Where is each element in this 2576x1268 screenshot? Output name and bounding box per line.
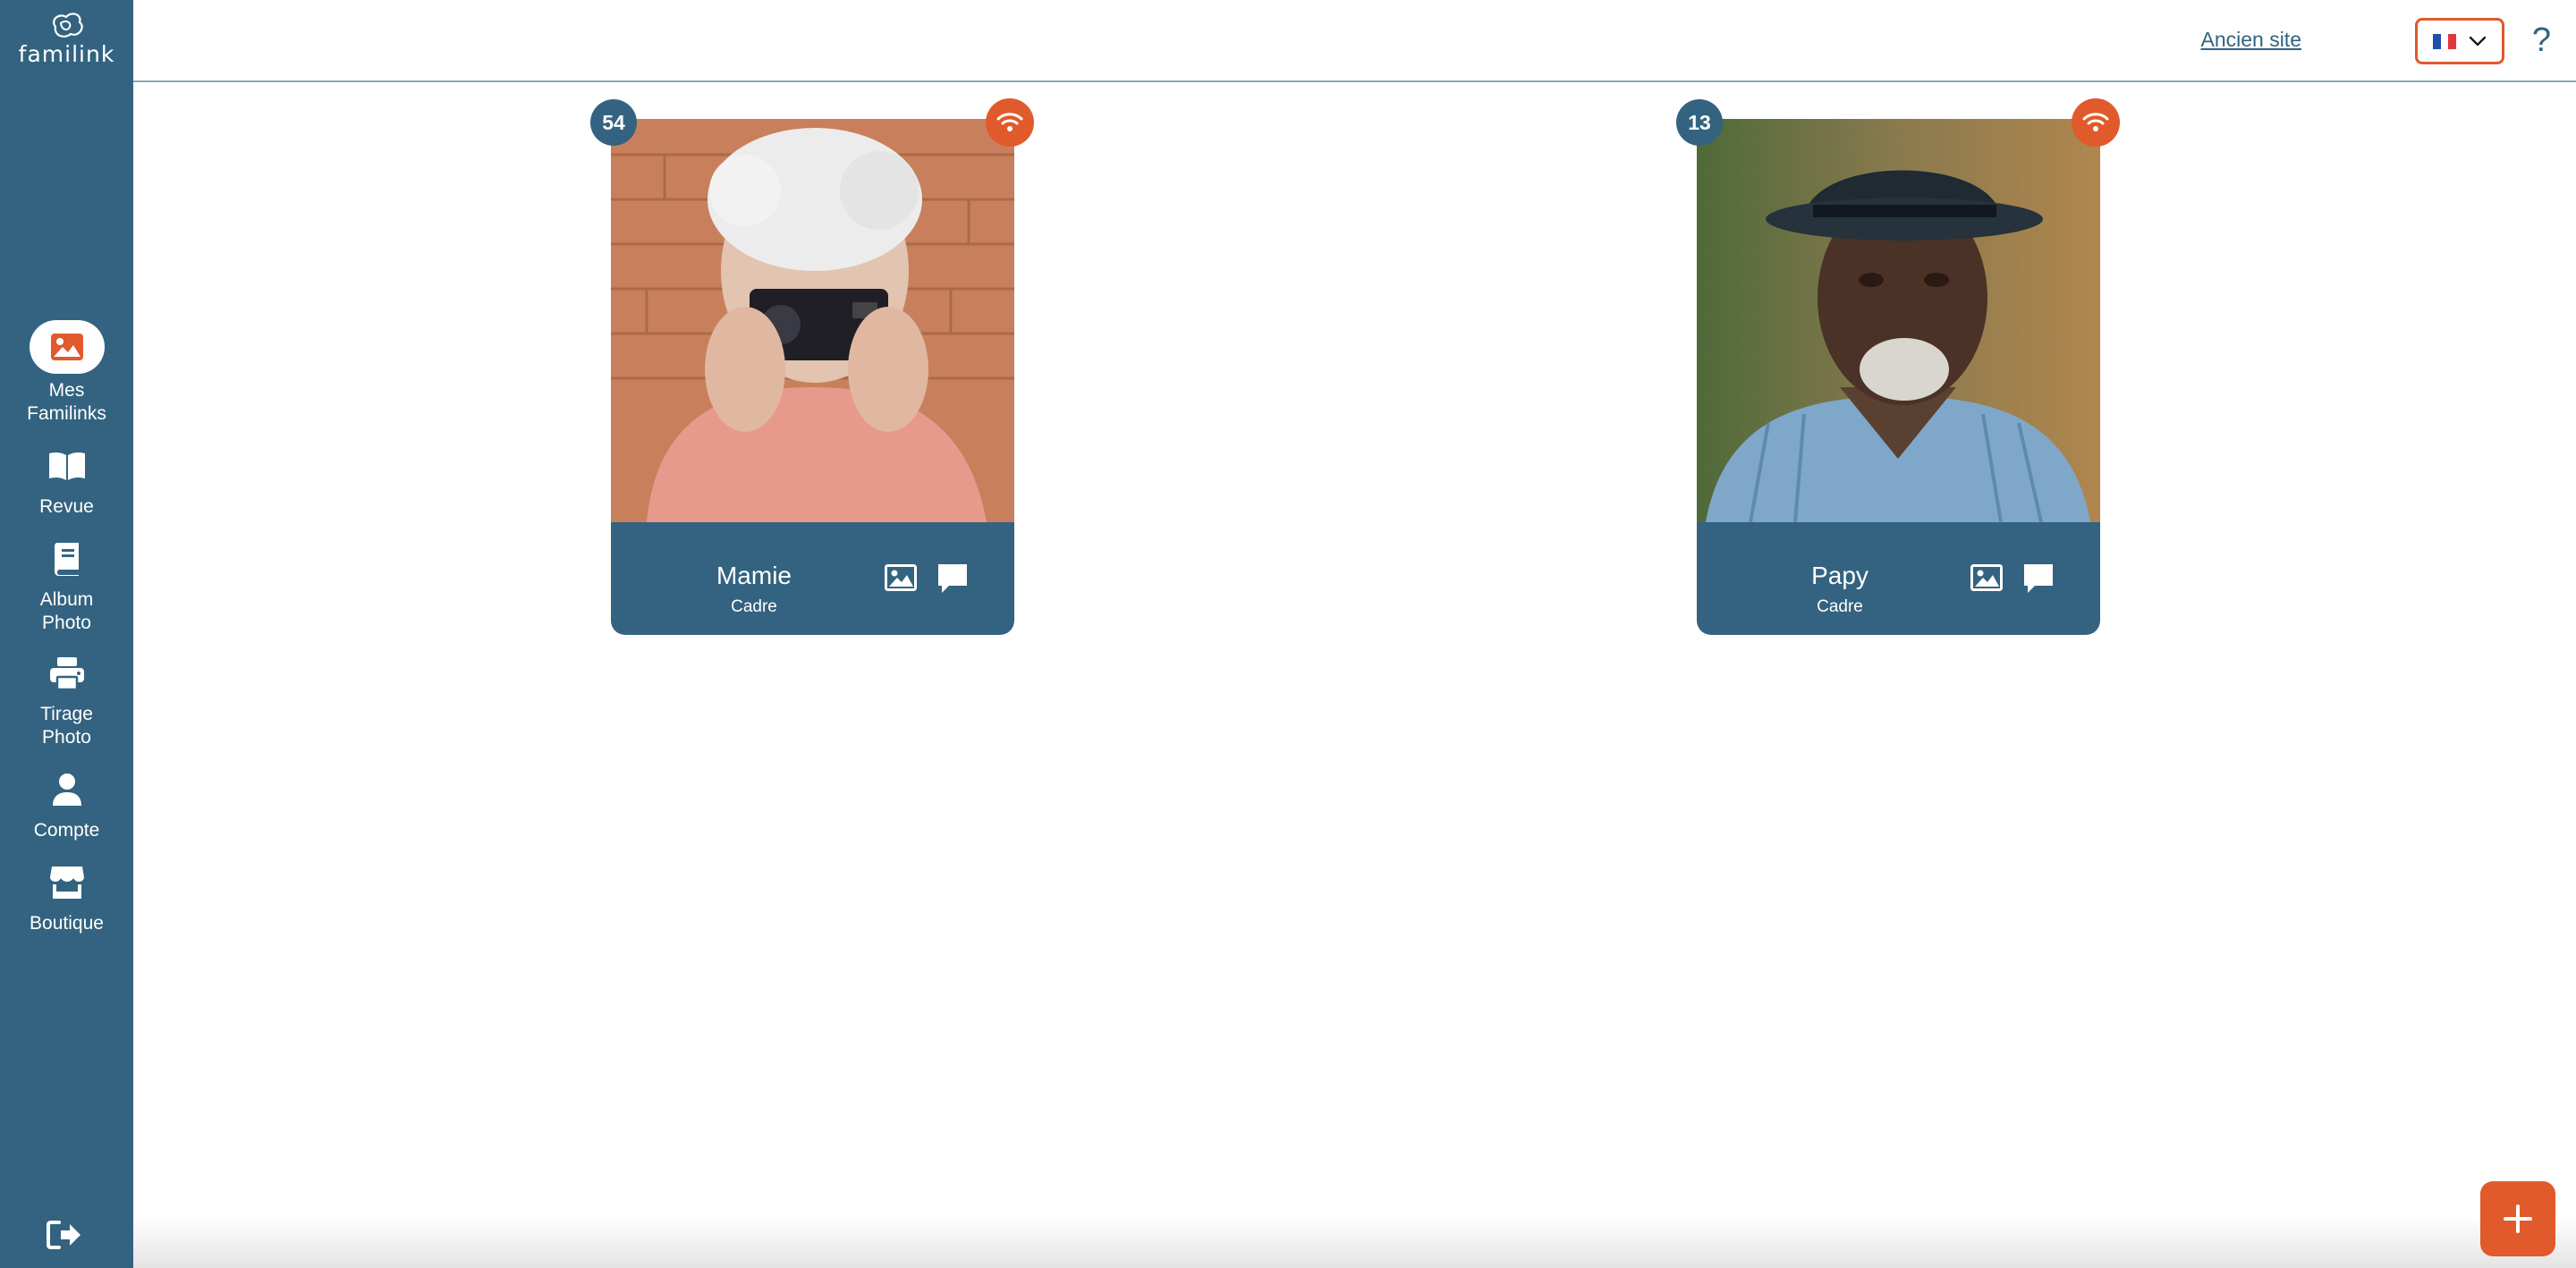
sidebar-item-compte[interactable]: Compte	[0, 767, 133, 842]
album-icon	[54, 543, 79, 576]
wifi-icon	[996, 113, 1023, 131]
active-pill	[29, 320, 105, 374]
familink-logo-icon	[52, 13, 83, 38]
frame-photo[interactable]	[1697, 119, 2100, 522]
chevron-down-icon	[2469, 36, 2487, 46]
message-icon[interactable]	[936, 562, 969, 595]
photo-count-badge: 13	[1676, 99, 1723, 146]
france-flag-icon	[2433, 33, 2457, 49]
sidebar-item-label: Photo	[42, 613, 91, 633]
connection-status-badge	[986, 98, 1034, 147]
sidebar-item-label: Revue	[39, 496, 94, 517]
photo-count-badge: 54	[590, 99, 637, 146]
sidebar-item-revue[interactable]: Revue	[0, 444, 133, 519]
old-site-link[interactable]: Ancien site	[2200, 28, 2301, 52]
sidebar-item-label: Mes	[48, 380, 85, 401]
frame-type: Cadre	[1817, 597, 1863, 616]
connection-status-badge	[2072, 98, 2120, 147]
book-icon	[48, 452, 85, 480]
sidebar-item-label: Album	[39, 589, 94, 610]
sidebar-item-label: Boutique	[30, 913, 104, 934]
user-icon	[52, 773, 81, 806]
add-frame-button[interactable]	[2480, 1181, 2555, 1256]
frame-info: Papy Cadre	[1697, 522, 2100, 635]
photo-icon[interactable]	[885, 564, 917, 591]
familink-logo[interactable]: familink	[0, 11, 133, 67]
sidebar-item-label: Photo	[42, 727, 91, 748]
frame-card-papy[interactable]: Papy Cadre	[1697, 119, 2100, 635]
photo-icon[interactable]	[1970, 564, 2003, 591]
sidebar-item-boutique[interactable]: Boutique	[0, 860, 133, 935]
store-icon	[49, 866, 84, 899]
message-icon[interactable]	[2022, 562, 2055, 595]
language-select[interactable]	[2415, 18, 2504, 64]
sidebar-item-label: Familinks	[27, 403, 106, 424]
frame-info: Mamie Cadre	[611, 522, 1014, 635]
sidebar-item-mes-familinks[interactable]: Mes Familinks	[0, 320, 133, 426]
frame-name: Mamie	[716, 562, 792, 589]
logout-icon	[47, 1221, 80, 1249]
frame-photo-image	[611, 119, 1014, 522]
sidebar-item-label: Tirage	[40, 704, 93, 724]
image-icon	[50, 334, 83, 360]
logo-text: familink	[18, 41, 115, 67]
frame-photo[interactable]	[611, 119, 1014, 522]
logout-button[interactable]	[47, 1220, 86, 1255]
top-header: Ancien site ?	[133, 0, 2576, 82]
bottom-fade	[133, 1216, 2576, 1268]
wifi-icon	[2082, 113, 2109, 131]
frame-type: Cadre	[731, 597, 777, 616]
sidebar: familink Mes Familinks Revue Album Photo…	[0, 0, 133, 1268]
sidebar-item-label: Compte	[33, 820, 100, 841]
frame-name: Papy	[1811, 562, 1868, 589]
frame-photo-image	[1697, 119, 2100, 522]
sidebar-item-album-photo[interactable]: Album Photo	[0, 537, 133, 635]
printer-icon	[49, 657, 84, 690]
frame-card-mamie[interactable]: Mamie Cadre	[611, 119, 1014, 635]
help-button[interactable]: ?	[2532, 21, 2551, 60]
plus-icon	[2504, 1205, 2532, 1233]
sidebar-item-tirage-photo[interactable]: Tirage Photo	[0, 651, 133, 749]
